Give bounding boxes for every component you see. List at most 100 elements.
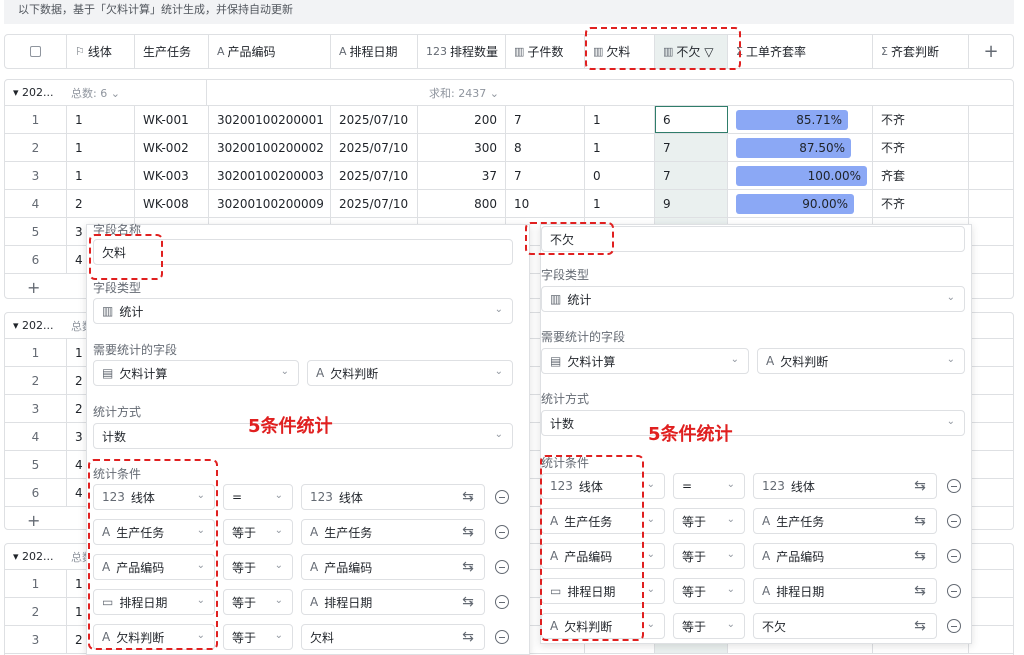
field-type-select[interactable]: ▥ 统计 ⌄ [93, 298, 513, 324]
stat-field-select[interactable]: A 欠料判断 ⌄ [307, 360, 513, 386]
table-cell[interactable]: 6 [655, 106, 728, 133]
condition-operator-select[interactable]: 等于 ⌄ [673, 613, 745, 639]
swap-icon[interactable]: ⇆ [903, 508, 937, 534]
condition-field-select[interactable]: ▭ 排程日期 ⌄ [93, 589, 215, 615]
field-name-input[interactable]: 欠料 [93, 239, 513, 265]
row-index[interactable]: 4 [5, 423, 67, 450]
table-cell[interactable]: 1 [67, 106, 135, 133]
table-cell[interactable]: 不齐 [873, 106, 969, 133]
table-cell[interactable]: 10 [506, 190, 585, 217]
table-cell[interactable]: 7 [506, 106, 585, 133]
swap-icon[interactable]: ⇆ [903, 613, 937, 639]
condition-operator-select[interactable]: 等于 ⌄ [673, 543, 745, 569]
table-cell[interactable]: 8 [506, 134, 585, 161]
remove-condition-icon[interactable] [495, 490, 509, 504]
header-schedule-qty[interactable]: 123 排程数量 [418, 35, 506, 68]
swap-icon[interactable]: ⇆ [903, 578, 937, 604]
table-cell[interactable]: 100.00% [728, 162, 873, 189]
table-cell[interactable]: 1 [585, 106, 655, 133]
header-kit-judge[interactable]: Σ 齐套判断 [873, 35, 969, 68]
remove-condition-icon[interactable] [495, 630, 509, 644]
select-all-checkbox[interactable] [5, 35, 67, 68]
table-cell[interactable]: 800 [418, 190, 506, 217]
condition-operator-select[interactable]: = ⌄ [223, 484, 293, 510]
row-index[interactable]: 6 [5, 246, 67, 273]
table-cell[interactable]: 200 [418, 106, 506, 133]
stat-table-select[interactable]: ▤ 欠料计算 ⌄ [93, 360, 299, 386]
remove-condition-icon[interactable] [947, 479, 961, 493]
swap-icon[interactable]: ⇆ [451, 624, 485, 650]
row-index[interactable]: 4 [5, 190, 67, 217]
table-cell[interactable]: 7 [655, 162, 728, 189]
row-index[interactable]: 3 [5, 626, 67, 653]
row-index[interactable]: 2 [5, 598, 67, 625]
header-subparts[interactable]: ▥ 子件数 [506, 35, 585, 68]
row-index[interactable]: 5 [5, 451, 67, 478]
swap-icon[interactable]: ⇆ [451, 589, 485, 615]
swap-icon[interactable]: ⇆ [451, 519, 485, 545]
table-cell[interactable]: 2025/07/10 [331, 162, 418, 189]
header-kit-rate[interactable]: Σ 工单齐套率 [728, 35, 873, 68]
table-cell[interactable]: 9 [655, 190, 728, 217]
swap-icon[interactable]: ⇆ [451, 554, 485, 580]
remove-condition-icon[interactable] [947, 514, 961, 528]
row-index[interactable]: 6 [5, 479, 67, 506]
table-cell[interactable]: 30200100200002 [209, 134, 331, 161]
table-row[interactable]: 2 1 WK-002 30200100200002 2025/07/10 300 8 1 7 87… [5, 134, 1013, 162]
condition-operator-select[interactable]: 等于 ⌄ [673, 578, 745, 604]
table-cell[interactable]: 300 [418, 134, 506, 161]
table-cell[interactable]: WK-002 [135, 134, 209, 161]
row-index[interactable]: 5 [5, 218, 67, 245]
header-product-code[interactable]: A 产品编码 [209, 35, 331, 68]
table-cell[interactable]: 1 [585, 134, 655, 161]
swap-icon[interactable]: ⇆ [451, 484, 485, 510]
condition-field-select[interactable]: 123 线体 ⌄ [93, 484, 215, 510]
table-cell[interactable]: 30200100200003 [209, 162, 331, 189]
header-shortage[interactable]: ▥ 欠料 [585, 35, 655, 68]
table-cell[interactable]: 齐套 [873, 162, 969, 189]
table-cell[interactable]: 7 [655, 134, 728, 161]
table-cell[interactable]: 30200100200001 [209, 106, 331, 133]
table-cell[interactable]: 30200100200009 [209, 190, 331, 217]
remove-condition-icon[interactable] [947, 584, 961, 598]
row-index[interactable]: 3 [5, 162, 67, 189]
table-cell[interactable]: 2 [67, 190, 135, 217]
remove-condition-icon[interactable] [947, 619, 961, 633]
row-index[interactable]: 3 [5, 395, 67, 422]
table-cell[interactable]: 2025/07/10 [331, 190, 418, 217]
table-cell[interactable]: 87.50% [728, 134, 873, 161]
table-cell[interactable]: 85.71% [728, 106, 873, 133]
table-cell[interactable]: 2025/07/10 [331, 134, 418, 161]
table-row[interactable]: 1 1 WK-001 30200100200001 2025/07/10 200 7 1 6 85… [5, 106, 1013, 134]
remove-condition-icon[interactable] [495, 525, 509, 539]
condition-field-select[interactable]: A 产品编码 ⌄ [93, 554, 215, 580]
table-row[interactable]: 3 1 WK-003 30200100200003 2025/07/10 37 7 0 7 100… [5, 162, 1013, 190]
table-cell[interactable]: 1 [67, 134, 135, 161]
header-line[interactable]: ⚐ 线体 [67, 35, 135, 68]
table-cell[interactable]: 2025/07/10 [331, 106, 418, 133]
table-cell[interactable]: WK-003 [135, 162, 209, 189]
row-index[interactable]: 1 [5, 339, 67, 366]
table-cell[interactable]: WK-001 [135, 106, 209, 133]
condition-operator-select[interactable]: = ⌄ [673, 473, 745, 499]
sum-summary[interactable]: 求和: 2437 ⌄ [429, 85, 499, 101]
method-select[interactable]: 计数 ⌄ [541, 410, 965, 436]
condition-operator-select[interactable]: 等于 ⌄ [223, 589, 293, 615]
table-cell[interactable]: 不齐 [873, 134, 969, 161]
table-cell[interactable]: 不齐 [873, 190, 969, 217]
row-index[interactable]: 2 [5, 367, 67, 394]
table-cell[interactable]: WK-008 [135, 190, 209, 217]
condition-field-select[interactable]: A 欠料判断 ⌄ [93, 624, 215, 650]
header-task[interactable]: 生产任务 [135, 35, 209, 68]
row-index[interactable]: 1 [5, 106, 67, 133]
condition-field-select[interactable]: A 欠料判断 ⌄ [541, 613, 665, 639]
condition-field-select[interactable]: ▭ 排程日期 ⌄ [541, 578, 665, 604]
condition-field-select[interactable]: A 生产任务 ⌄ [541, 508, 665, 534]
stat-table-select[interactable]: ▤ 欠料计算 ⌄ [541, 348, 749, 374]
condition-field-select[interactable]: A 产品编码 ⌄ [541, 543, 665, 569]
group-header[interactable]: ▾ 202... 总数: 6 ⌄ 求和: 2437 ⌄ [5, 80, 1013, 106]
table-cell[interactable]: 37 [418, 162, 506, 189]
stat-field-select[interactable]: A 欠料判断 ⌄ [757, 348, 965, 374]
condition-operator-select[interactable]: 等于 ⌄ [223, 554, 293, 580]
table-row[interactable]: 4 2 WK-008 30200100200009 2025/07/10 800 10 1 9 9… [5, 190, 1013, 218]
